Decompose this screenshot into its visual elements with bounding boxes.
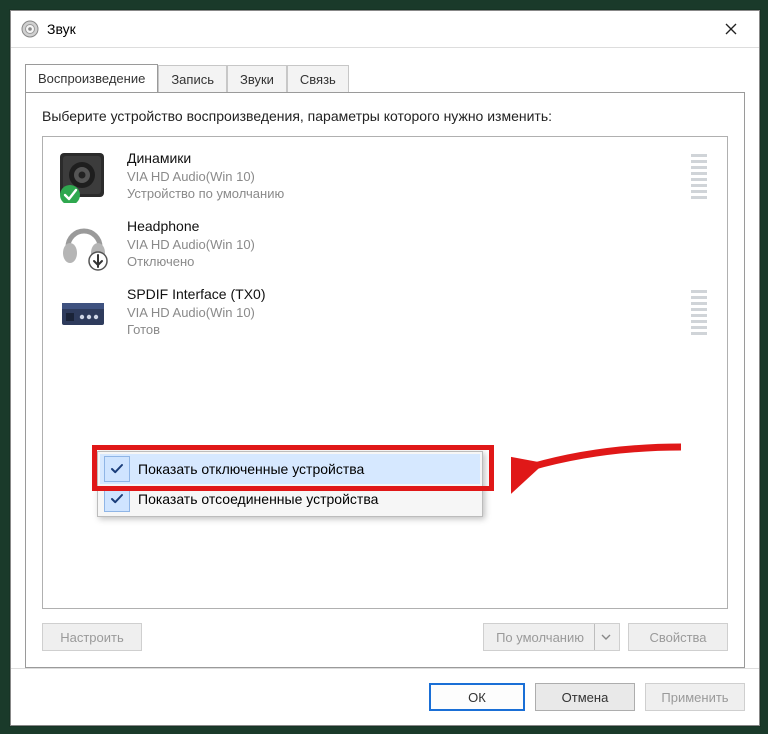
window-title: Звук — [47, 21, 76, 37]
device-driver: VIA HD Audio(Win 10) — [127, 304, 677, 322]
device-info: Динамики VIA HD Audio(Win 10) Устройство… — [127, 149, 677, 203]
device-item-spdif[interactable]: SPDIF Interface (TX0) VIA HD Audio(Win 1… — [47, 279, 723, 347]
instruction-text: Выберите устройство воспроизведения, пар… — [42, 107, 728, 126]
device-name: Динамики — [127, 149, 677, 168]
lower-button-row: Настроить По умолчанию Свойства — [42, 623, 728, 651]
context-menu: Показать отключенные устройства Показать… — [97, 451, 483, 517]
tab-playback-label: Воспроизведение — [38, 71, 145, 86]
titlebar: Звук — [11, 11, 759, 48]
headphone-icon — [53, 217, 113, 273]
device-name: Headphone — [127, 217, 717, 236]
set-default-button[interactable]: По умолчанию — [483, 623, 620, 651]
device-item-headphone[interactable]: Headphone VIA HD Audio(Win 10) Отключено — [47, 211, 723, 279]
close-button[interactable] — [709, 14, 753, 44]
check-icon — [104, 486, 130, 512]
level-meter — [691, 285, 717, 341]
cancel-button-label: Отмена — [562, 690, 609, 705]
spdif-icon — [53, 285, 113, 341]
dialog-button-row: ОК Отмена Применить — [11, 668, 759, 725]
device-driver: VIA HD Audio(Win 10) — [127, 236, 717, 254]
level-meter — [691, 149, 717, 205]
device-status: Готов — [127, 321, 677, 339]
set-default-button-label: По умолчанию — [496, 630, 584, 645]
device-info: SPDIF Interface (TX0) VIA HD Audio(Win 1… — [127, 285, 677, 339]
device-status: Отключено — [127, 253, 717, 271]
chevron-down-icon[interactable] — [594, 624, 617, 650]
device-item-speakers[interactable]: Динамики VIA HD Audio(Win 10) Устройство… — [47, 143, 723, 211]
device-name: SPDIF Interface (TX0) — [127, 285, 677, 304]
sound-dialog: Звук Воспроизведение Запись Звуки Связь … — [10, 10, 760, 726]
device-list[interactable]: Динамики VIA HD Audio(Win 10) Устройство… — [42, 136, 728, 609]
tab-sounds-label: Звуки — [240, 72, 274, 87]
tab-recording[interactable]: Запись — [158, 65, 227, 93]
ok-button-label: ОК — [468, 690, 486, 705]
properties-button[interactable]: Свойства — [628, 623, 728, 651]
apply-button-label: Применить — [661, 690, 728, 705]
tab-communications[interactable]: Связь — [287, 65, 349, 93]
ok-button[interactable]: ОК — [429, 683, 525, 711]
menu-item-label: Показать отсоединенные устройства — [138, 491, 378, 507]
menu-item-show-disconnected[interactable]: Показать отсоединенные устройства — [100, 484, 480, 514]
menu-item-label: Показать отключенные устройства — [138, 461, 364, 477]
device-info: Headphone VIA HD Audio(Win 10) Отключено — [127, 217, 717, 271]
tab-recording-label: Запись — [171, 72, 214, 87]
tabstrip: Воспроизведение Запись Звуки Связь — [11, 48, 759, 92]
annotation-arrow-icon — [511, 437, 691, 497]
configure-button-label: Настроить — [60, 630, 124, 645]
sound-app-icon — [21, 20, 39, 38]
apply-button[interactable]: Применить — [645, 683, 745, 711]
device-driver: VIA HD Audio(Win 10) — [127, 168, 677, 186]
client-area: Воспроизведение Запись Звуки Связь Выбер… — [11, 48, 759, 725]
tab-body-playback: Выберите устройство воспроизведения, пар… — [25, 92, 745, 668]
tab-communications-label: Связь — [300, 72, 336, 87]
device-status: Устройство по умолчанию — [127, 185, 677, 203]
cancel-button[interactable]: Отмена — [535, 683, 635, 711]
tab-playback[interactable]: Воспроизведение — [25, 64, 158, 92]
menu-item-show-disabled[interactable]: Показать отключенные устройства — [100, 454, 480, 484]
tab-sounds[interactable]: Звуки — [227, 65, 287, 93]
speakers-icon — [53, 149, 113, 205]
configure-button[interactable]: Настроить — [42, 623, 142, 651]
properties-button-label: Свойства — [649, 630, 706, 645]
check-icon — [104, 456, 130, 482]
